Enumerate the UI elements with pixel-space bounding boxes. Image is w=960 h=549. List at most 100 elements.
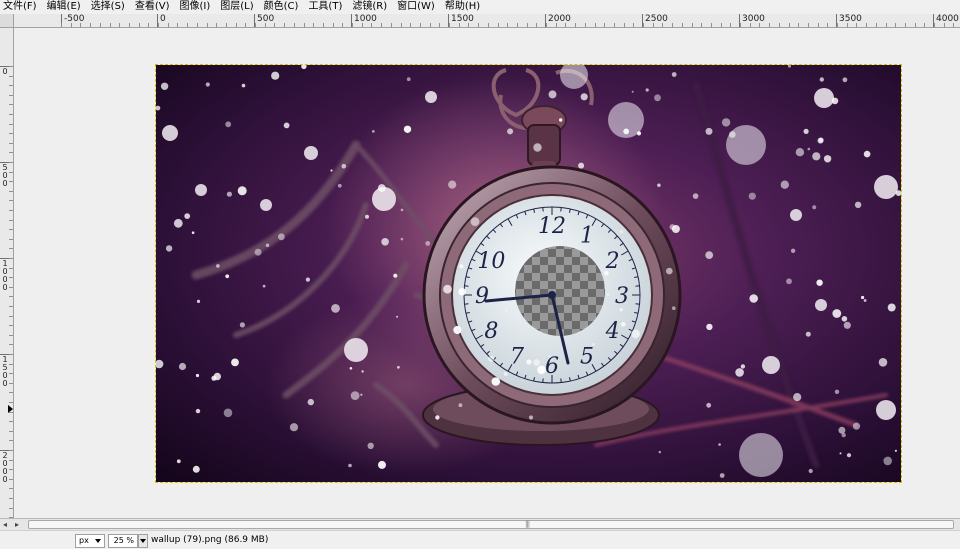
menu-tools[interactable]: 工具(T) [308,0,342,14]
snowflake [878,358,888,367]
ruler-tick [158,23,159,27]
ruler-tick [866,23,868,27]
ruler-tick [759,23,761,27]
ruler-tick [9,469,13,471]
ruler-tick [9,190,13,192]
snowflake [360,393,363,396]
scroll-thumb[interactable]: ||| [28,520,954,529]
snowflake [780,180,789,189]
snowflake [211,375,217,381]
ruler-tick [9,315,13,317]
snowflake [331,304,340,313]
clock-numeral: 10 [477,249,505,274]
navigate-icon[interactable]: ▸ [10,519,24,530]
hruler-label: 3000 [742,14,765,24]
ruler-tick [778,23,780,27]
ruler-tick [9,507,13,509]
ruler-tick [303,23,305,27]
snowflake [548,90,557,99]
snowflake [265,243,270,248]
vruler-label: 2000 [2,451,8,484]
ruler-tick [9,171,13,173]
snowflake [807,147,811,151]
snowflake [834,389,840,394]
ruler-tick [9,402,13,403]
snowflake [604,270,609,276]
canvas-area[interactable]: 12 1 2 3 4 5 6 7 8 9 10 [15,29,960,518]
ruler-tick [361,23,363,27]
image-canvas[interactable]: 12 1 2 3 4 5 6 7 8 9 10 [155,64,902,483]
unit-select[interactable]: px [75,534,105,548]
snowflake [443,284,452,294]
snowflake [841,316,848,322]
menu-help[interactable]: 帮助(H) [445,0,480,14]
snowflake [533,359,540,366]
menu-edit[interactable]: 编辑(E) [47,0,81,14]
ruler-tick [342,23,344,27]
ruler-tick [555,23,557,27]
left-arrow-icon[interactable]: ◂ [0,519,10,530]
snowflake [260,199,272,211]
ruler-tick [9,85,13,87]
zoom-dropdown-button[interactable] [138,534,148,548]
snowflake [819,77,824,82]
ruler-tick [274,23,276,27]
vertical-ruler[interactable]: 0 500 1000 1500 2000 [0,28,14,518]
ruler-tick [9,373,13,375]
snowflake [537,365,546,375]
snowflake [631,90,634,93]
ruler-tick [90,23,92,27]
ruler-tick [167,23,169,27]
snowflake [831,97,839,105]
snowflake [241,83,246,88]
snowflake [377,184,386,192]
snowflake [692,193,699,199]
ruler-tick [9,162,13,163]
ruler-tick [516,23,518,27]
hruler-label: 1500 [451,14,474,24]
menu-view[interactable]: 查看(V) [135,0,170,14]
snowflake [726,125,766,165]
horizontal-ruler[interactable]: -500 0 500 1000 1500 2000 2500 3000 3500… [14,14,960,28]
snowflake [393,273,398,278]
ruler-tick [429,23,431,27]
menu-filters[interactable]: 滤镜(R) [352,0,387,14]
ruler-tick [371,23,373,27]
snowflake [491,377,501,386]
ruler-tick [381,23,383,27]
ruler-tick [953,23,955,27]
menu-colors[interactable]: 颜色(C) [264,0,299,14]
snowflake [348,463,352,468]
zoom-input[interactable]: 25 % [108,534,138,548]
ruler-tick [584,23,586,27]
menu-layer[interactable]: 图层(L) [220,0,253,14]
ruler-tick [332,23,334,27]
hruler-label: 1000 [354,14,377,24]
horizontal-scrollbar[interactable]: ◂ ▸ ||| [0,518,960,530]
ruler-tick [730,23,732,27]
menu-windows[interactable]: 窗口(W) [397,0,435,14]
ruler-tick [400,23,402,27]
ruler-corner[interactable] [0,14,14,28]
ruler-tick [216,23,218,27]
status-bar: px 25 % wallup (79).png (86.9 MB) [0,530,960,549]
snowflake [823,155,832,163]
snowflake [367,442,374,449]
ruler-tick [798,23,800,27]
snowflake [706,402,712,408]
ruler-tick [9,114,13,115]
ruler-tick [681,23,683,27]
menu-bar: 文件(F) 编辑(E) 选择(S) 查看(V) 图像(I) 图层(L) 颜色(C… [0,0,960,14]
snowflake [705,127,713,135]
snowflake [192,465,200,473]
menu-select[interactable]: 选择(S) [91,0,125,14]
snowflake [184,213,191,220]
menu-file[interactable]: 文件(F) [3,0,37,14]
menu-image[interactable]: 图像(I) [180,0,211,14]
snowflake [216,264,220,268]
ruler-tick [691,23,693,27]
snowflake [740,364,746,369]
ruler-tick [9,142,13,144]
snowflake [178,362,187,371]
snowflake [225,274,230,279]
